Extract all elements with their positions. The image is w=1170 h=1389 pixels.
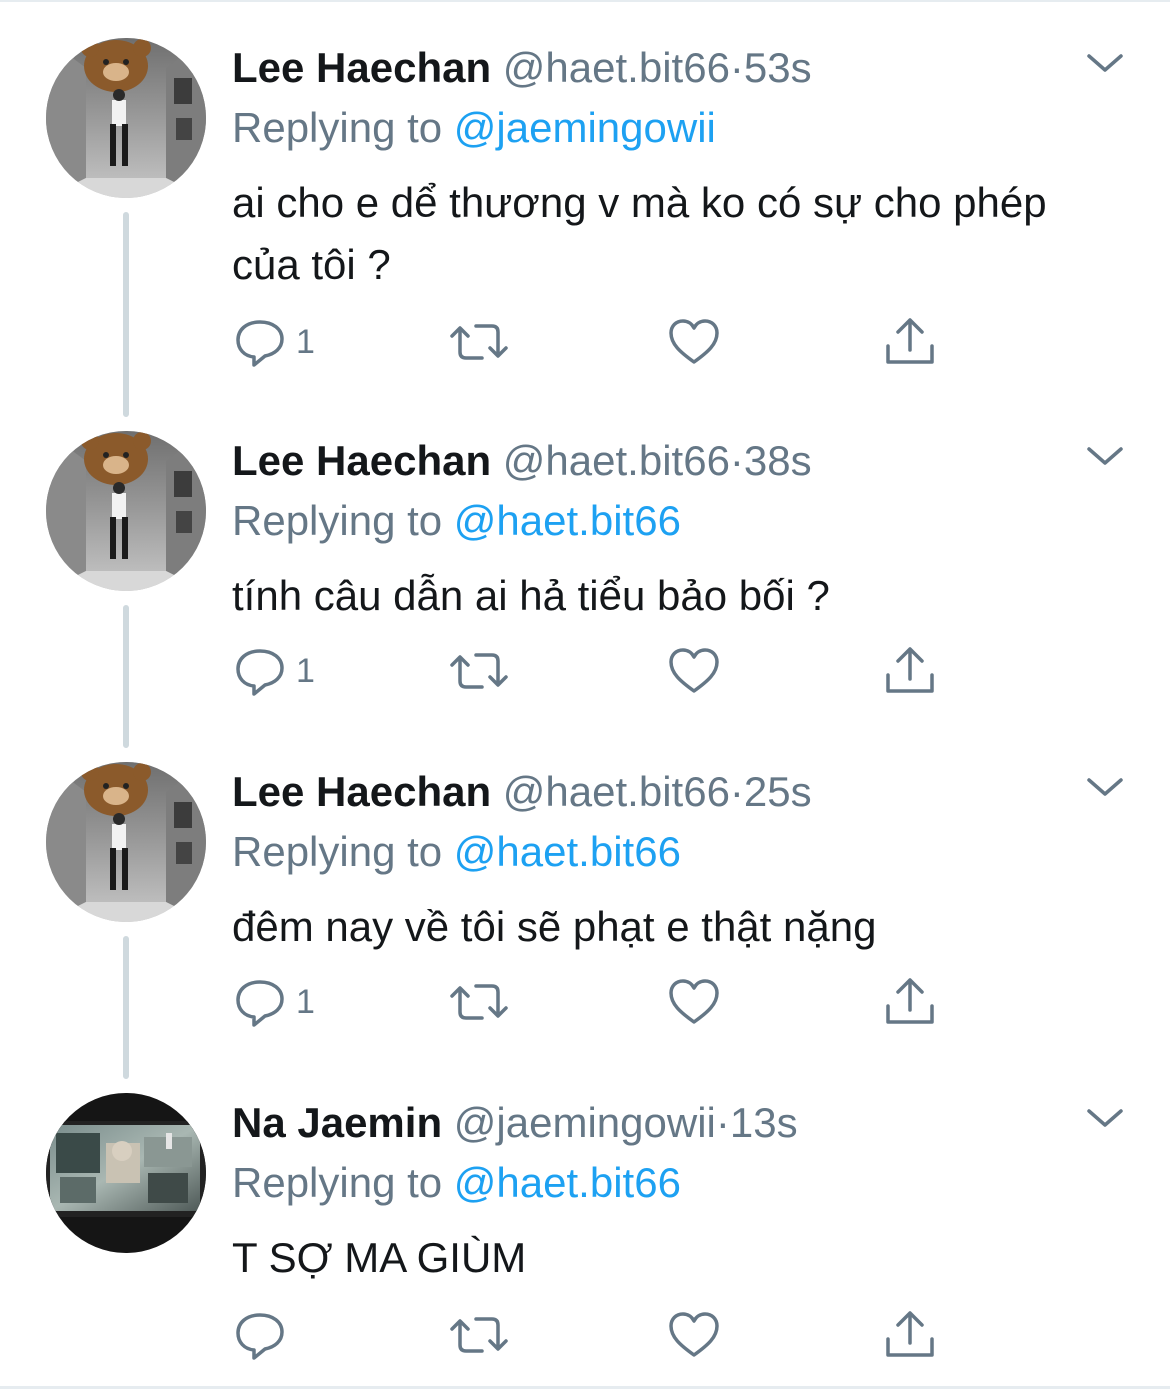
retweet-button[interactable] bbox=[448, 974, 510, 1030]
reply-button[interactable]: 1 bbox=[232, 643, 315, 699]
retweet-icon bbox=[450, 653, 508, 689]
avatar[interactable] bbox=[46, 431, 206, 591]
share-button[interactable] bbox=[882, 1307, 938, 1363]
mention-link[interactable]: @haet.bit66 bbox=[454, 497, 681, 544]
timestamp[interactable]: 53s bbox=[744, 44, 812, 91]
tweet-header: Lee Haechan @haet.bit66·25s bbox=[232, 762, 1082, 822]
retweet-button[interactable] bbox=[448, 1307, 510, 1363]
thread-connector bbox=[123, 605, 129, 748]
user-handle[interactable]: @haet.bit66 bbox=[503, 44, 730, 91]
share-button[interactable] bbox=[882, 314, 938, 370]
retweet-icon bbox=[450, 984, 508, 1020]
share-icon bbox=[886, 1311, 934, 1357]
avatar-image bbox=[46, 762, 206, 922]
retweet-icon bbox=[450, 324, 508, 360]
retweet-button[interactable] bbox=[448, 314, 510, 370]
thread-connector bbox=[123, 936, 129, 1079]
share-icon bbox=[886, 647, 934, 693]
avatar-image bbox=[46, 1093, 206, 1253]
display-name[interactable]: Lee Haechan bbox=[232, 768, 491, 815]
heart-icon bbox=[669, 979, 719, 1024]
reply-button[interactable]: 1 bbox=[232, 974, 315, 1030]
reply-button[interactable]: 1 bbox=[232, 314, 315, 370]
dot-separator: · bbox=[729, 44, 744, 91]
like-button[interactable] bbox=[666, 314, 722, 370]
reply-count: 1 bbox=[296, 323, 315, 361]
retweet-icon bbox=[450, 1317, 508, 1353]
share-icon bbox=[886, 978, 934, 1024]
top-divider bbox=[0, 0, 1170, 2]
heart-icon bbox=[669, 319, 719, 364]
share-icon bbox=[886, 318, 934, 364]
tweet-header: Lee Haechan @haet.bit66·53s bbox=[232, 38, 1082, 98]
thread-connector bbox=[123, 212, 129, 417]
share-button[interactable] bbox=[882, 643, 938, 699]
reply-button[interactable] bbox=[232, 1307, 296, 1363]
replying-label: Replying to bbox=[232, 828, 454, 875]
heart-icon bbox=[669, 1312, 719, 1357]
replying-label: Replying to bbox=[232, 497, 454, 544]
tweet-text: tính câu dẫn ai hả tiểu bảo bối ? bbox=[232, 572, 830, 619]
user-handle[interactable]: @jaemingowii bbox=[454, 1099, 716, 1146]
reply-icon bbox=[236, 980, 284, 1027]
share-button[interactable] bbox=[882, 974, 938, 1030]
tweet-header: Lee Haechan @haet.bit66·38s bbox=[232, 431, 1082, 491]
replying-label: Replying to bbox=[232, 1159, 454, 1206]
like-button[interactable] bbox=[666, 1307, 722, 1363]
dot-separator: · bbox=[729, 768, 744, 815]
timestamp[interactable]: 13s bbox=[730, 1099, 798, 1146]
tweet-content: Lee Haechan @haet.bit66·25s Replying to … bbox=[232, 762, 1082, 958]
mention-link[interactable]: @haet.bit66 bbox=[454, 1159, 681, 1206]
replying-label: Replying to bbox=[232, 104, 454, 151]
display-name[interactable]: Na Jaemin bbox=[232, 1099, 442, 1146]
avatar-image bbox=[46, 431, 206, 591]
tweet-text: ai cho e dể thương v mà ko có sự cho phé… bbox=[232, 179, 1047, 288]
timestamp[interactable]: 25s bbox=[744, 768, 812, 815]
reply-icon bbox=[236, 1313, 284, 1360]
replying-to: Replying to @haet.bit66 bbox=[232, 822, 1082, 882]
display-name[interactable]: Lee Haechan bbox=[232, 44, 491, 91]
mention-link[interactable]: @jaemingowii bbox=[454, 104, 716, 151]
like-button[interactable] bbox=[666, 974, 722, 1030]
avatar[interactable] bbox=[46, 762, 206, 922]
avatar-image bbox=[46, 38, 206, 198]
tweet-content: Lee Haechan @haet.bit66·38s Replying to … bbox=[232, 431, 1082, 627]
tweet-actions: 1 bbox=[232, 314, 952, 370]
reply-icon bbox=[236, 320, 284, 367]
heart-icon bbox=[669, 648, 719, 693]
avatar[interactable] bbox=[46, 38, 206, 198]
reply-count: 1 bbox=[296, 983, 315, 1021]
replying-to: Replying to @haet.bit66 bbox=[232, 1153, 1082, 1213]
chevron-down-icon[interactable] bbox=[1083, 48, 1127, 78]
reply-count: 1 bbox=[296, 652, 315, 690]
avatar[interactable] bbox=[46, 1093, 206, 1253]
display-name[interactable]: Lee Haechan bbox=[232, 437, 491, 484]
tweet-actions: 1 bbox=[232, 643, 952, 699]
tweet-content: Lee Haechan @haet.bit66·53s Replying to … bbox=[232, 38, 1082, 296]
dot-separator: · bbox=[729, 437, 744, 484]
reply-icon bbox=[236, 649, 284, 696]
replying-to: Replying to @jaemingowii bbox=[232, 98, 1082, 158]
dot-separator: · bbox=[715, 1099, 730, 1146]
tweet-actions bbox=[232, 1307, 952, 1363]
chevron-down-icon[interactable] bbox=[1083, 441, 1127, 471]
timestamp[interactable]: 38s bbox=[744, 437, 812, 484]
tweet-actions: 1 bbox=[232, 974, 952, 1030]
like-button[interactable] bbox=[666, 643, 722, 699]
chevron-down-icon[interactable] bbox=[1083, 772, 1127, 802]
user-handle[interactable]: @haet.bit66 bbox=[503, 768, 730, 815]
chevron-down-icon[interactable] bbox=[1083, 1103, 1127, 1133]
user-handle[interactable]: @haet.bit66 bbox=[503, 437, 730, 484]
tweet-header: Na Jaemin @jaemingowii·13s bbox=[232, 1093, 1082, 1153]
tweet-text: T SỢ MA GIÙM bbox=[232, 1234, 527, 1281]
mention-link[interactable]: @haet.bit66 bbox=[454, 828, 681, 875]
tweet-text: đêm nay về tôi sẽ phạt e thật nặng bbox=[232, 903, 877, 950]
tweet-content: Na Jaemin @jaemingowii·13s Replying to @… bbox=[232, 1093, 1082, 1289]
retweet-button[interactable] bbox=[448, 643, 510, 699]
replying-to: Replying to @haet.bit66 bbox=[232, 491, 1082, 551]
